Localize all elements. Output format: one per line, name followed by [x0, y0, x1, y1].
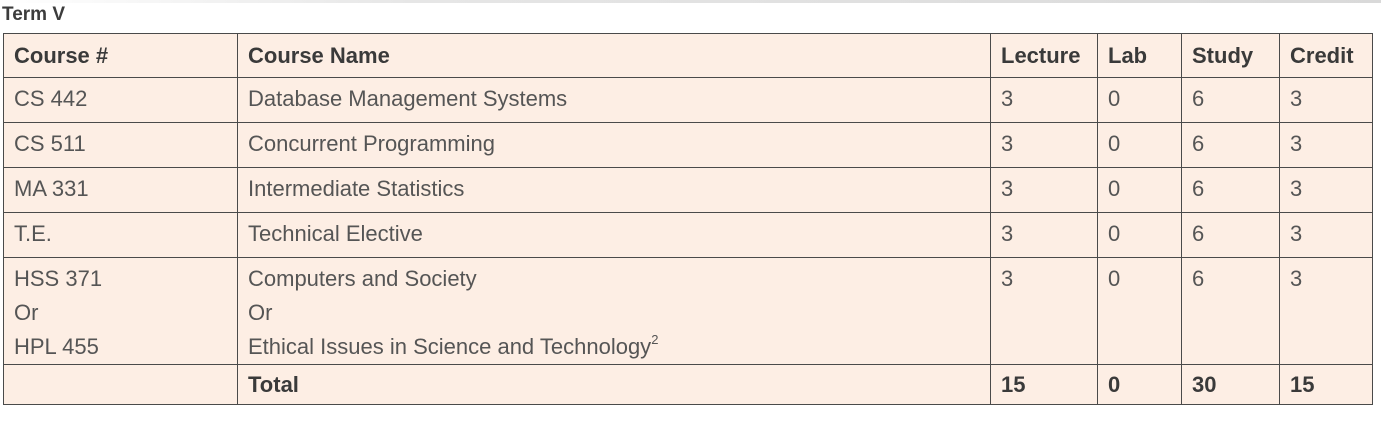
header-lab: Lab [1097, 33, 1182, 78]
cell-lab: 0 [1097, 122, 1182, 168]
cell-credit: 3 [1279, 122, 1373, 168]
cell-course-name: Concurrent Programming [237, 122, 991, 168]
cell-course-name: Technical Elective [237, 212, 991, 258]
header-credit: Credit [1279, 33, 1373, 78]
table-row: T.E. Technical Elective 3 0 6 3 [3, 212, 1373, 258]
cell-study: 6 [1181, 212, 1280, 258]
cell-course-name: Computers and Society Or Ethical Issues … [237, 257, 991, 365]
cell-study: 6 [1181, 77, 1280, 123]
top-divider [0, 0, 1381, 3]
cell-study: 6 [1181, 257, 1280, 365]
cell-lecture: 3 [990, 212, 1098, 258]
cell-study: 6 [1181, 167, 1280, 213]
course-number-or: Or [14, 300, 39, 325]
header-study: Study [1181, 33, 1280, 78]
cell-total-empty [3, 364, 238, 405]
cell-lecture: 3 [990, 167, 1098, 213]
course-number-option-2: HPL 455 [14, 334, 99, 359]
course-name-option-1: Computers and Society [248, 266, 477, 291]
cell-course-name: Database Management Systems [237, 77, 991, 123]
cell-credit: 3 [1279, 257, 1373, 365]
curriculum-table: Course # Course Name Lecture Lab Study C… [3, 33, 1373, 405]
course-name-or: Or [248, 300, 273, 325]
cell-credit: 3 [1279, 167, 1373, 213]
cell-course-name: Intermediate Statistics [237, 167, 991, 213]
cell-lecture: 3 [990, 257, 1098, 365]
table-row: CS 511 Concurrent Programming 3 0 6 3 [3, 122, 1373, 168]
cell-total-credit: 15 [1279, 364, 1373, 405]
cell-total-study: 30 [1181, 364, 1280, 405]
term-title: Term V [2, 4, 66, 25]
cell-course-number: CS 442 [3, 77, 238, 123]
table-row: MA 331 Intermediate Statistics 3 0 6 3 [3, 167, 1373, 213]
cell-course-number: CS 511 [3, 122, 238, 168]
cell-total-lab: 0 [1097, 364, 1182, 405]
course-name-option-2-text: Ethical Issues in Science and Technology [248, 334, 652, 359]
table-row: CS 442 Database Management Systems 3 0 6… [3, 77, 1373, 123]
cell-total-label: Total [237, 364, 991, 405]
table-row-choice: HSS 371 Or HPL 455 Computers and Society… [3, 257, 1373, 365]
header-course-number: Course # [3, 33, 238, 78]
table-header-row: Course # Course Name Lecture Lab Study C… [3, 33, 1373, 78]
cell-lecture: 3 [990, 122, 1098, 168]
course-name-option-2: Ethical Issues in Science and Technology… [248, 330, 980, 364]
cell-lab: 0 [1097, 167, 1182, 213]
cell-total-lecture: 15 [990, 364, 1098, 405]
cell-credit: 3 [1279, 77, 1373, 123]
cell-lab: 0 [1097, 257, 1182, 365]
cell-course-number: HSS 371 Or HPL 455 [3, 257, 238, 365]
cell-lecture: 3 [990, 77, 1098, 123]
course-number-option-1: HSS 371 [14, 266, 103, 291]
table-row-total: Total 15 0 30 15 [3, 364, 1373, 405]
header-course-name: Course Name [237, 33, 991, 78]
cell-course-number: T.E. [3, 212, 238, 258]
footnote-mark: 2 [651, 331, 659, 347]
cell-course-number: MA 331 [3, 167, 238, 213]
cell-study: 6 [1181, 122, 1280, 168]
header-lecture: Lecture [990, 33, 1098, 78]
cell-lab: 0 [1097, 77, 1182, 123]
cell-lab: 0 [1097, 212, 1182, 258]
cell-credit: 3 [1279, 212, 1373, 258]
